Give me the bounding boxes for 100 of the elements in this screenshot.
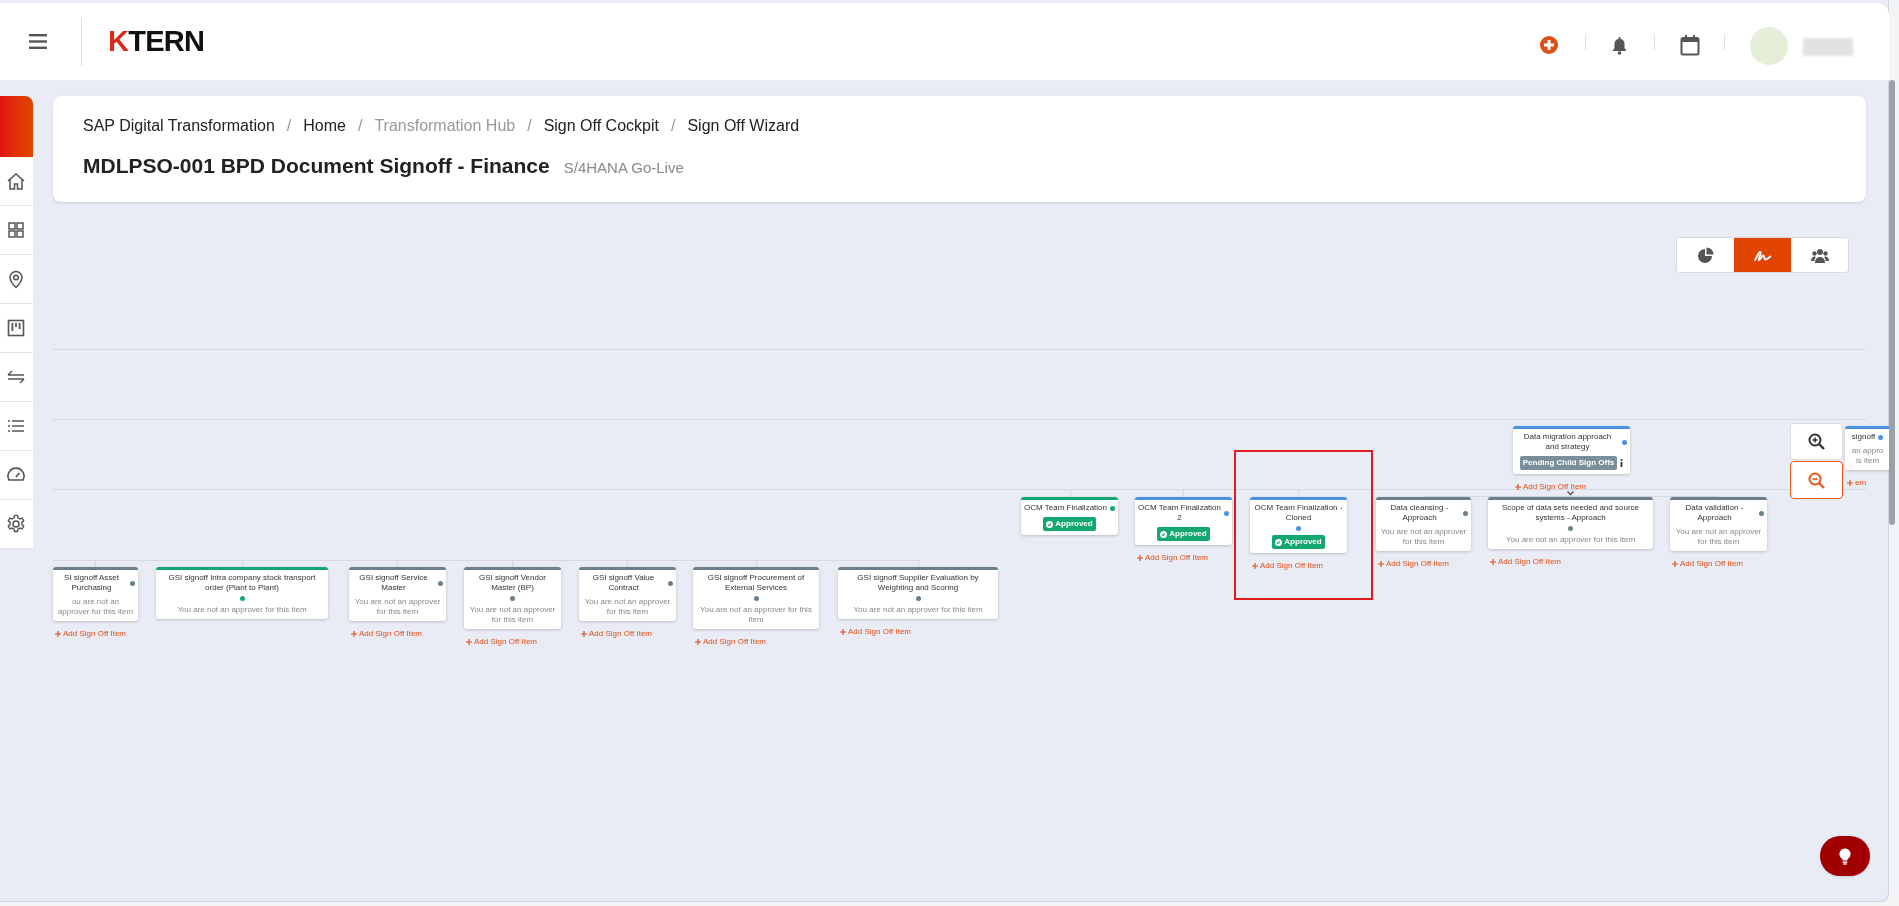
blurred-name: [1803, 38, 1853, 56]
calendar-icon[interactable]: [1680, 34, 1700, 56]
zoom-in-icon: [1808, 433, 1825, 450]
signoff-node[interactable]: OCM Team Finalization 2 Approved: [1135, 497, 1232, 545]
approved-badge: Approved: [1157, 527, 1210, 541]
home-icon[interactable]: [6, 171, 26, 191]
page-title: MDLPSO-001 BPD Document Signoff - Finance: [83, 153, 550, 179]
signoff-node[interactable]: GSI signoff Vendor Master (BP) You are not an approver for this item: [464, 567, 561, 629]
node-message: You are not an approver for this item: [853, 605, 983, 615]
chevron-down-icon[interactable]: [1567, 491, 1574, 496]
logo-mark: K: [108, 27, 129, 56]
signoff-node[interactable]: GSI signoff Supplier Evaluation by Weighting and Scoring You are not an approver for this item: [838, 567, 998, 619]
add-sign-off-item-link[interactable]: Add Sign Off Item: [1672, 558, 1743, 570]
add-sign-off-item-link[interactable]: Add Sign Off Item: [1137, 552, 1208, 564]
signoff-node[interactable]: Data migration approach and strategy Pending Child Sign Offs: [1513, 426, 1630, 474]
sidebar-header: [0, 96, 33, 157]
plus-icon: [1252, 563, 1258, 569]
plus-icon: [1847, 480, 1853, 486]
plus-icon: [1490, 559, 1496, 565]
logo-text: TERN: [128, 27, 205, 56]
check-circle-icon: [1046, 520, 1054, 528]
add-sign-off-item-link[interactable]: Add Sign Off Item: [695, 636, 766, 648]
node-message: You are not an approver for this item: [583, 597, 672, 617]
node-title: GSI signoff Procurement of External Services: [706, 573, 806, 593]
zoom-in-button[interactable]: [1790, 423, 1843, 460]
users-icon: [1810, 246, 1829, 264]
kanban-icon[interactable]: [6, 318, 26, 338]
signoff-node[interactable]: GSI signoff Intra company stock transport order (Plant to Plant) You are not an approver for this item: [156, 567, 328, 619]
bell-icon[interactable]: [1611, 36, 1628, 55]
zoom-out-icon: [1808, 471, 1825, 489]
check-circle-icon: [1275, 538, 1283, 546]
location-pin-icon[interactable]: [6, 269, 26, 289]
add-sign-off-item-link[interactable]: Add Sign Off Item: [1252, 560, 1323, 572]
settings-icon[interactable]: [6, 514, 26, 534]
add-sign-off-item-link[interactable]: Add Sign Off Item: [581, 628, 652, 640]
node-message: You are not an approver for this item: [699, 605, 813, 625]
grid-icon[interactable]: [6, 220, 26, 240]
plus-icon: [1378, 561, 1384, 567]
add-sign-off-item-link[interactable]: Add Sign Off Item: [466, 636, 537, 648]
plus-icon: [55, 631, 61, 637]
node-title: SI signoff Asset Purchasing: [63, 573, 120, 593]
pending-badge: Pending Child Sign Offs: [1519, 456, 1618, 470]
signoff-node[interactable]: Data cleansing - Approach You are not an approver for this item: [1376, 497, 1471, 551]
signoff-node[interactable]: GSI signoff Service Master You are not an approver for this item: [349, 567, 446, 621]
add-sign-off-item-link[interactable]: Add Sign Off Item: [351, 628, 422, 640]
node-title: signoff: [1851, 432, 1876, 442]
plus-icon: [840, 629, 846, 635]
signoff-node[interactable]: Data validation - Approach You are not an approver for this item: [1670, 497, 1767, 551]
node-title: GSI signoff Value Contract: [591, 573, 656, 593]
add-sign-off-item-link[interactable]: Add Sign Off Item: [840, 626, 911, 638]
node-message: You are not an approver for this item: [468, 605, 557, 625]
lightbulb-icon: [1839, 847, 1851, 865]
signoff-node[interactable]: SI signoff Asset Purchasing ou are not an approver for this item: [53, 567, 138, 621]
plus-icon: [1672, 561, 1678, 567]
add-icon[interactable]: [1540, 36, 1558, 54]
pie-chart-icon: [1696, 246, 1715, 264]
plus-icon: [1515, 484, 1521, 490]
signoff-node[interactable]: OCM Team Finalization Approved: [1021, 497, 1118, 535]
add-sign-off-item-link[interactable]: Add Sign Off Item: [1515, 481, 1586, 493]
breadcrumb-separator: /: [286, 116, 292, 136]
zoom-out-button[interactable]: [1790, 461, 1843, 499]
node-message: You are not an approver for this item: [1379, 527, 1468, 547]
view-toggle-button[interactable]: [1734, 238, 1791, 272]
node-message: You are not an approver for this item: [353, 597, 442, 617]
add-sign-off-item-link[interactable]: Add Sign Off Item: [55, 628, 126, 640]
plus-icon: [581, 631, 587, 637]
node-title: OCM Team Finalization 2: [1138, 503, 1221, 523]
node-title: OCM Team Finalization - Cloned: [1253, 503, 1344, 523]
node-title: GSI signoff Service Master: [358, 573, 429, 593]
signoff-node[interactable]: signoff an appro is item: [1845, 426, 1890, 470]
signoff-node[interactable]: Scope of data sets needed and source systems - Approach You are not an approver for this item: [1488, 497, 1653, 549]
node-message: You are not an approver for this item: [177, 605, 307, 615]
node-title: OCM Team Finalization: [1024, 503, 1107, 513]
plus-icon: [695, 639, 701, 645]
breadcrumb-link[interactable]: Home: [303, 114, 346, 138]
signoff-node[interactable]: GSI signoff Procurement of External Services You are not an approver for this item: [693, 567, 819, 629]
add-sign-off-item-link[interactable]: em: [1847, 477, 1867, 489]
node-message: You are not an approver for this item: [1505, 535, 1636, 545]
node-title: Data validation - Approach: [1684, 503, 1745, 523]
node-title: Data migration approach and strategy: [1522, 432, 1613, 452]
add-sign-off-item-link[interactable]: Add Sign Off Item: [1490, 556, 1561, 568]
node-title: GSI signoff Vendor Master (BP): [478, 573, 547, 593]
breadcrumb-link[interactable]: Sign Off Wizard: [687, 114, 800, 138]
plus-icon: [466, 639, 472, 645]
breadcrumb-link[interactable]: Sign Off Cockpit: [543, 114, 659, 138]
plus-icon: [351, 631, 357, 637]
node-title: GSI signoff Intra company stock transport order (Plant to Plant): [167, 573, 317, 593]
signoff-node[interactable]: GSI signoff Value Contract You are not an approver for this item: [579, 567, 676, 621]
add-sign-off-item-link[interactable]: Add Sign Off Item: [1378, 558, 1449, 570]
menu-icon[interactable]: [29, 34, 47, 49]
node-message: ou are not an approver for this item: [56, 597, 135, 617]
node-message: You are not an approver for this item: [1674, 527, 1763, 547]
breadcrumb-link[interactable]: SAP Digital Transformation: [83, 114, 275, 138]
breadcrumb-separator: /: [357, 116, 363, 136]
signoff-node[interactable]: OCM Team Finalization - Cloned Approved: [1250, 497, 1347, 553]
node-title: Scope of data sets needed and source systems - Approach: [1501, 503, 1640, 523]
breadcrumb-separator: /: [527, 116, 532, 136]
check-circle-icon: [1160, 530, 1168, 538]
plus-icon: [1137, 555, 1143, 561]
info-icon[interactable]: [1620, 459, 1624, 467]
